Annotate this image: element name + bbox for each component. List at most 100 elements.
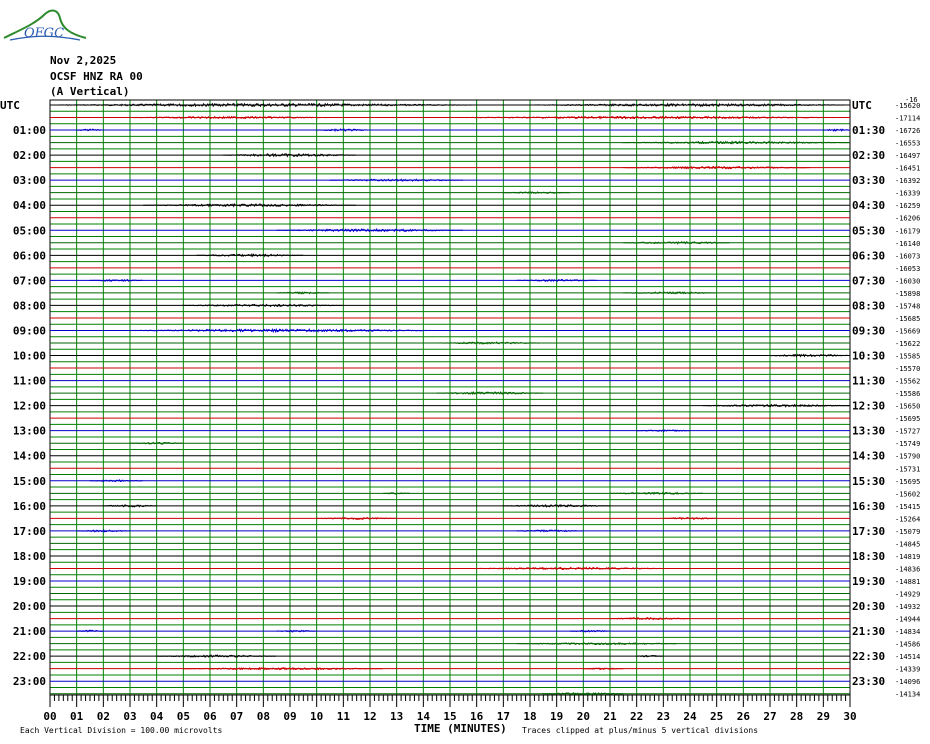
- offset-label: -15602: [895, 490, 920, 498]
- x-tick-label: 09: [283, 710, 296, 723]
- right-hour-label: 18:30: [852, 550, 885, 563]
- right-hour-label: 16:30: [852, 500, 885, 513]
- offset-label: -15748: [895, 302, 920, 310]
- offset-label: -15415: [895, 503, 920, 511]
- right-hour-label: 05:30: [852, 224, 885, 237]
- offset-label: -16726: [895, 127, 920, 135]
- right-hour-label: 17:30: [852, 525, 885, 538]
- offset-label: -16140: [895, 240, 920, 248]
- seismic-burst: [769, 353, 850, 358]
- seismic-burst: [461, 115, 837, 120]
- offset-label: -16030: [895, 277, 920, 285]
- seismic-burst: [276, 291, 330, 295]
- logo-text: OFGC: [24, 26, 65, 41]
- offset-label: -14096: [895, 678, 920, 686]
- right-hour-label: 06:30: [852, 249, 885, 262]
- station-name: OCSF HNZ RA 00: [50, 70, 143, 83]
- x-tick-label: 29: [817, 710, 830, 723]
- left-hour-label: 22:00: [13, 650, 46, 663]
- offset-label: -16339: [895, 190, 920, 198]
- right-hour-label: 13:30: [852, 425, 885, 438]
- x-axis-label: TIME (MINUTES): [414, 722, 507, 735]
- offset-label: -16451: [895, 165, 920, 173]
- right-hour-label: 20:30: [852, 600, 885, 613]
- seismic-burst: [89, 278, 143, 282]
- x-tick-label: 20: [577, 710, 590, 723]
- offset-label: -16259: [895, 202, 920, 210]
- right-hour-label: 02:30: [852, 149, 885, 162]
- offset-label: -16553: [895, 140, 920, 148]
- x-tick-label: 12: [363, 710, 376, 723]
- left-hour-label: 05:00: [13, 224, 46, 237]
- x-tick-label: 18: [523, 710, 536, 723]
- left-hour-label: 10:00: [13, 350, 46, 363]
- offset-label: -14834: [895, 628, 920, 636]
- offset-label: -16073: [895, 252, 920, 260]
- offset-label: -14586: [895, 641, 920, 649]
- right-hour-label: 21:30: [852, 625, 885, 638]
- right-hour-label: 04:30: [852, 199, 885, 212]
- offset-label: -15731: [895, 465, 920, 473]
- offset-label: -15695: [895, 478, 920, 486]
- right-utc-labels: UTC 01:30 02:30 03:30 04:30 05:30 06:30 07:30 08…: [852, 99, 885, 688]
- seismic-burst: [143, 203, 357, 208]
- right-hour-label: 12:30: [852, 400, 885, 413]
- seismic-burst: [129, 327, 437, 334]
- right-axis-title: UTC: [852, 99, 872, 112]
- x-tick-label: 02: [97, 710, 110, 723]
- right-hour-label: 19:30: [852, 575, 885, 588]
- offset-label: -15622: [895, 340, 920, 348]
- left-hour-label: 18:00: [13, 550, 46, 563]
- offset-top-label: -16: [905, 96, 918, 104]
- seismic-burst: [156, 654, 276, 658]
- x-axis-ticks: 00 01 02 03 04 05 06 07 08 09 10 11 12 13 14 15 16 17 18 19…: [43, 695, 857, 723]
- footer-scale-note: Each Vertical Division = 100.00 microvol…: [20, 726, 222, 735]
- right-hour-label: 07:30: [852, 274, 885, 287]
- x-tick-label: 04: [150, 710, 164, 723]
- left-hour-label: 14:00: [13, 450, 46, 463]
- left-hour-label: 03:00: [13, 174, 46, 187]
- x-tick-label: 23: [657, 710, 670, 723]
- right-hour-label: 22:30: [852, 650, 885, 663]
- offset-label: -15585: [895, 353, 920, 361]
- left-hour-label: 19:00: [13, 575, 46, 588]
- left-hour-label: 16:00: [13, 500, 46, 513]
- right-hour-label: 08:30: [852, 299, 885, 312]
- right-hour-label: 01:30: [852, 124, 885, 137]
- x-tick-label: 27: [763, 710, 776, 723]
- offset-label: -14881: [895, 578, 920, 586]
- right-hour-label: 11:30: [852, 375, 885, 388]
- seismic-burst: [621, 140, 850, 145]
- offset-label: -14944: [895, 616, 920, 624]
- seismic-burst: [89, 478, 143, 483]
- offset-label: -15669: [895, 327, 920, 335]
- offset-label: -14932: [895, 603, 920, 611]
- x-tick-label: 26: [737, 710, 751, 723]
- offset-label: -15264: [895, 515, 920, 523]
- offset-label: -15685: [895, 315, 920, 323]
- x-tick-label: 00: [43, 710, 56, 723]
- offset-label: -14929: [895, 591, 920, 599]
- seismic-burst: [196, 253, 304, 258]
- offset-label: -14339: [895, 666, 920, 674]
- x-tick-label: 25: [710, 710, 723, 723]
- left-hour-label: 04:00: [13, 199, 46, 212]
- x-tick-label: 22: [630, 710, 643, 723]
- offset-label: -16053: [895, 265, 920, 273]
- right-hour-label: 15:30: [852, 475, 885, 488]
- offset-label: -17114: [895, 115, 920, 123]
- left-utc-labels: UTC 01:00 02:00 03:00 04:00 05:00 06:00 07:00 08…: [0, 99, 46, 688]
- x-tick-label: 28: [790, 710, 803, 723]
- chart-date: Nov 2,2025: [50, 54, 117, 67]
- x-tick-label: 07: [230, 710, 243, 723]
- left-hour-label: 12:00: [13, 400, 46, 413]
- x-tick-label: 11: [337, 710, 351, 723]
- right-hour-label: 14:30: [852, 450, 885, 463]
- seismic-burst: [623, 291, 717, 295]
- offset-label: -15586: [895, 390, 920, 398]
- seismic-burst: [436, 390, 544, 396]
- component-name: (A Vertical): [50, 85, 130, 98]
- offset-label: -14134: [895, 691, 920, 699]
- x-tick-label: 03: [123, 710, 136, 723]
- offset-label: -15898: [895, 290, 920, 298]
